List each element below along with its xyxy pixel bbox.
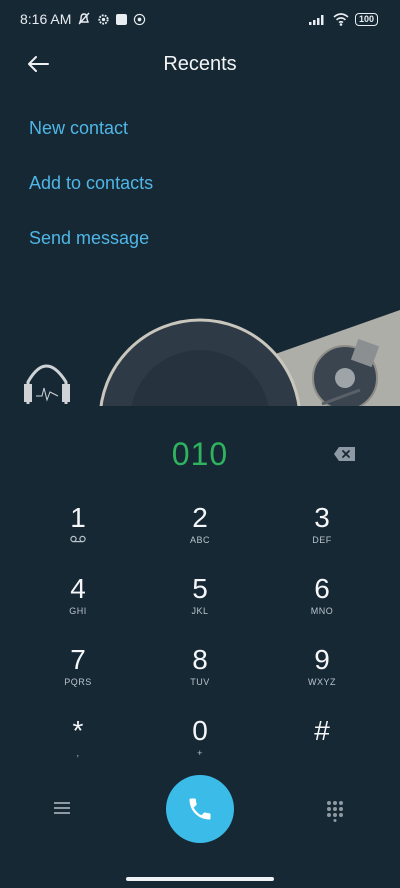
dialpad-icon: [327, 801, 343, 822]
key-letters: WXYZ: [308, 677, 336, 687]
key-digit: 5: [192, 573, 208, 604]
key-digit: 1: [70, 502, 86, 533]
home-indicator[interactable]: [126, 877, 274, 881]
dialpad-toggle-button[interactable]: [325, 800, 349, 824]
signal-icon: [308, 15, 324, 25]
key-digit: 3: [314, 502, 330, 533]
keypad: 1 2 ABC 3 DEF 4 GHI 5 JKL 6 MNO 7 PQRS 8…: [17, 501, 383, 785]
action-menu: New contact Add to contacts Send message: [29, 112, 153, 277]
key-letters: MNO: [310, 606, 334, 616]
status-right: 100: [308, 12, 378, 26]
bottom-action-bar: [0, 770, 400, 843]
menu-icon: [54, 802, 70, 814]
key-digit: 7: [70, 644, 86, 675]
call-button[interactable]: [166, 775, 234, 843]
key-1[interactable]: 1: [17, 501, 139, 572]
key-5[interactable]: 5 JKL: [139, 572, 261, 643]
key-digit: #: [314, 715, 330, 746]
key-digit: *: [72, 715, 84, 746]
back-arrow-icon: [28, 56, 49, 72]
key-letters: GHI: [69, 606, 87, 616]
key-9[interactable]: 9 WXYZ: [261, 643, 383, 714]
status-time: 8:16 AM: [20, 11, 72, 27]
menu-button[interactable]: [52, 800, 76, 820]
app-square-icon: [116, 13, 128, 25]
battery-indicator: 100: [354, 12, 378, 26]
voicemail-icon: [70, 535, 86, 543]
key-3[interactable]: 3 DEF: [261, 501, 383, 572]
app-badge-icon: [134, 13, 146, 25]
key-letters: DEF: [312, 535, 332, 545]
key-digit: 8: [192, 644, 208, 675]
send-message-link[interactable]: Send message: [29, 222, 153, 277]
status-left: 8:16 AM: [20, 11, 146, 27]
wifi-icon: [333, 12, 349, 26]
music-banner-illustration: [24, 310, 400, 420]
key-letters: TUV: [190, 677, 210, 687]
key-letters: +: [197, 748, 203, 758]
back-button[interactable]: [24, 50, 52, 78]
key-2[interactable]: 2 ABC: [139, 501, 261, 572]
status-bar: 8:16 AM 100: [0, 0, 400, 38]
key-6[interactable]: 6 MNO: [261, 572, 383, 643]
key-digit: 4: [70, 573, 86, 604]
key-digit: 2: [192, 502, 208, 533]
key-letters: JKL: [191, 606, 209, 616]
phone-icon: [189, 798, 211, 820]
key-letters: ,: [76, 748, 80, 758]
header: Recents: [0, 42, 400, 86]
key-8[interactable]: 8 TUV: [139, 643, 261, 714]
backspace-button[interactable]: [333, 446, 359, 464]
new-contact-link[interactable]: New contact: [29, 112, 153, 167]
key-digit: 9: [314, 644, 330, 675]
key-digit: 0: [192, 715, 208, 746]
key-digit: 6: [314, 573, 330, 604]
mute-notification-icon: [78, 12, 90, 25]
key-letters: ABC: [189, 535, 210, 545]
add-to-contacts-link[interactable]: Add to contacts: [29, 167, 153, 222]
settings-gear-icon: [98, 13, 109, 25]
key-7[interactable]: 7 PQRS: [17, 643, 139, 714]
key-4[interactable]: 4 GHI: [17, 572, 139, 643]
page-title: Recents: [163, 52, 237, 75]
key-letters: PQRS: [64, 677, 92, 687]
backspace-icon: [334, 447, 355, 461]
